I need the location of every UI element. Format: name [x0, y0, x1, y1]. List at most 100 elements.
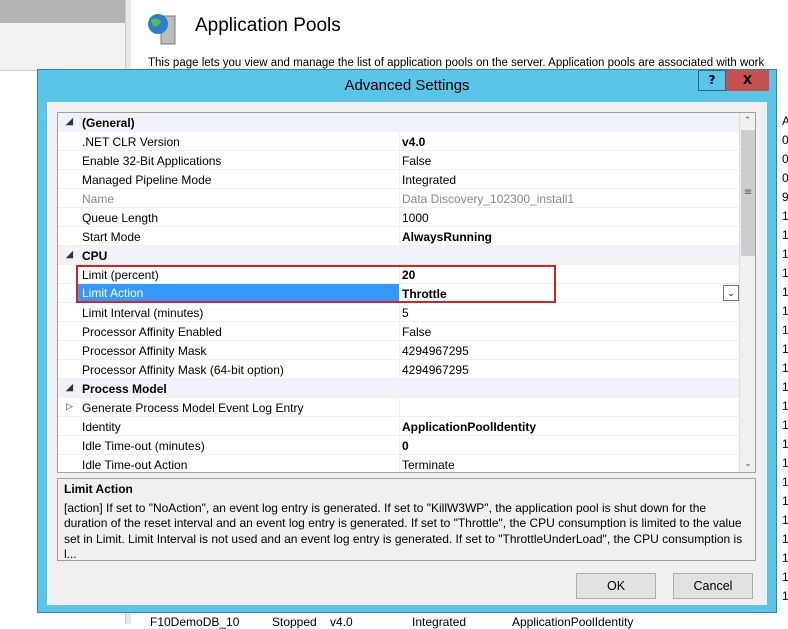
list-cell[interactable]: 1: [778, 435, 788, 454]
scroll-thumb[interactable]: ≡: [741, 130, 755, 256]
property-row[interactable]: Managed Pipeline Mode Integrated: [58, 170, 755, 189]
property-name: (General): [82, 116, 135, 130]
list-cell[interactable]: 1: [778, 549, 788, 568]
collapse-triangle-icon[interactable]: ◢: [66, 249, 73, 260]
collapse-triangle-icon[interactable]: ◢: [66, 382, 73, 393]
list-cell[interactable]: 1: [778, 207, 788, 226]
close-button[interactable]: X: [726, 70, 769, 91]
pane-header: [0, 0, 125, 23]
property-row[interactable]: Idle Time-out Action Terminate: [58, 455, 755, 472]
property-description: Limit Action [action] If set to "NoActio…: [57, 478, 756, 561]
list-cell[interactable]: 1: [778, 454, 788, 473]
page-description: This page lets you view and manage the l…: [148, 57, 765, 69]
property-name: .NET CLR Version: [82, 135, 180, 149]
table-cell: v4.0: [330, 615, 353, 629]
property-row[interactable]: Identity ApplicationPoolIdentity: [58, 417, 755, 436]
property-value[interactable]: Integrated: [402, 173, 456, 187]
property-name: Identity: [82, 420, 121, 434]
list-cell[interactable]: 1: [778, 321, 788, 340]
list-cell[interactable]: A: [778, 112, 788, 131]
table-cell: Stopped: [272, 615, 317, 629]
column-divider: [399, 208, 400, 227]
list-cell[interactable]: 1: [778, 264, 788, 283]
description-title: Limit Action: [64, 482, 133, 496]
vertical-scrollbar[interactable]: ⌃ ≡ ⌄: [739, 113, 755, 472]
list-cell[interactable]: 1: [778, 340, 788, 359]
list-cell[interactable]: 1: [778, 302, 788, 321]
property-name: CPU: [82, 249, 108, 263]
pool-list-column: A0009111111111111111111111: [778, 112, 788, 606]
column-divider: [399, 455, 400, 472]
property-name: Processor Affinity Mask (64-bit option): [82, 363, 284, 377]
property-row[interactable]: Idle Time-out (minutes) 0: [58, 436, 755, 455]
help-button[interactable]: ?: [698, 70, 726, 91]
property-value[interactable]: False: [402, 325, 431, 339]
list-cell[interactable]: 1: [778, 511, 788, 530]
expand-triangle-icon[interactable]: ▷: [66, 401, 73, 412]
title-bar[interactable]: Advanced Settings ? X: [38, 70, 776, 102]
list-cell[interactable]: 1: [778, 397, 788, 416]
cancel-button[interactable]: Cancel: [673, 573, 753, 599]
property-value[interactable]: 1000: [402, 211, 429, 225]
property-value[interactable]: 5: [402, 306, 409, 320]
property-name: Managed Pipeline Mode: [82, 173, 212, 187]
table-cell: F10DemoDB_10: [150, 615, 240, 629]
list-cell[interactable]: 0: [778, 169, 788, 188]
property-row[interactable]: Start Mode AlwaysRunning: [58, 227, 755, 246]
property-row[interactable]: ▷ Generate Process Model Event Log Entry: [58, 398, 755, 417]
column-divider: [399, 398, 400, 417]
list-cell[interactable]: 1: [778, 226, 788, 245]
column-divider: [399, 170, 400, 189]
list-cell[interactable]: 1: [778, 283, 788, 302]
property-name: Queue Length: [82, 211, 159, 225]
property-row[interactable]: Processor Affinity Mask (64-bit option) 4…: [58, 360, 755, 379]
column-divider: [399, 417, 400, 436]
list-cell[interactable]: 1: [778, 416, 788, 435]
pane-toolbar: [0, 23, 125, 71]
scroll-down-icon[interactable]: ⌄: [740, 456, 755, 472]
property-row[interactable]: Processor Affinity Mask 4294967295: [58, 341, 755, 360]
property-value[interactable]: 4294967295: [402, 363, 469, 377]
list-cell[interactable]: 1: [778, 587, 788, 606]
column-divider: [399, 151, 400, 170]
column-divider: [399, 132, 400, 151]
property-value[interactable]: Terminate: [402, 458, 455, 472]
property-value[interactable]: AlwaysRunning: [402, 230, 492, 244]
property-row[interactable]: .NET CLR Version v4.0: [58, 132, 755, 151]
property-row[interactable]: Limit Interval (minutes) 5: [58, 303, 755, 322]
property-name: Name: [82, 192, 115, 206]
list-cell[interactable]: 0: [778, 131, 788, 150]
collapse-triangle-icon[interactable]: ◢: [66, 116, 73, 127]
list-cell[interactable]: 9: [778, 188, 788, 207]
property-value[interactable]: 0: [402, 439, 409, 453]
property-name: Start Mode: [82, 230, 141, 244]
chevron-down-icon[interactable]: ⌄: [723, 285, 739, 301]
column-divider: [399, 303, 400, 322]
list-cell[interactable]: 1: [778, 359, 788, 378]
scroll-up-icon[interactable]: ⌃: [740, 113, 755, 129]
property-row[interactable]: Enable 32-Bit Applications False: [58, 151, 755, 170]
list-cell[interactable]: 1: [778, 568, 788, 587]
property-value[interactable]: Data Discovery_102300_install1: [402, 192, 574, 206]
property-row[interactable]: Processor Affinity Enabled False: [58, 322, 755, 341]
list-cell[interactable]: 1: [778, 473, 788, 492]
property-value[interactable]: 4294967295: [402, 344, 469, 358]
property-value[interactable]: ApplicationPoolIdentity: [402, 420, 536, 434]
property-name: Idle Time-out (minutes): [82, 439, 205, 453]
ok-button[interactable]: OK: [576, 573, 656, 599]
category-row[interactable]: ◢ Process Model: [58, 379, 755, 398]
list-cell[interactable]: 1: [778, 245, 788, 264]
column-divider: [399, 189, 400, 208]
table-cell: Integrated: [412, 615, 467, 629]
list-cell[interactable]: 0: [778, 150, 788, 169]
property-row[interactable]: Name Data Discovery_102300_install1: [58, 189, 755, 208]
property-value[interactable]: False: [402, 154, 431, 168]
property-row[interactable]: Queue Length 1000: [58, 208, 755, 227]
list-cell[interactable]: 1: [778, 492, 788, 511]
list-cell[interactable]: 1: [778, 378, 788, 397]
column-divider: [399, 227, 400, 246]
category-row[interactable]: ◢ CPU: [58, 246, 755, 265]
property-value[interactable]: v4.0: [402, 135, 425, 149]
category-row[interactable]: ◢ (General): [58, 113, 755, 132]
list-cell[interactable]: 1: [778, 530, 788, 549]
